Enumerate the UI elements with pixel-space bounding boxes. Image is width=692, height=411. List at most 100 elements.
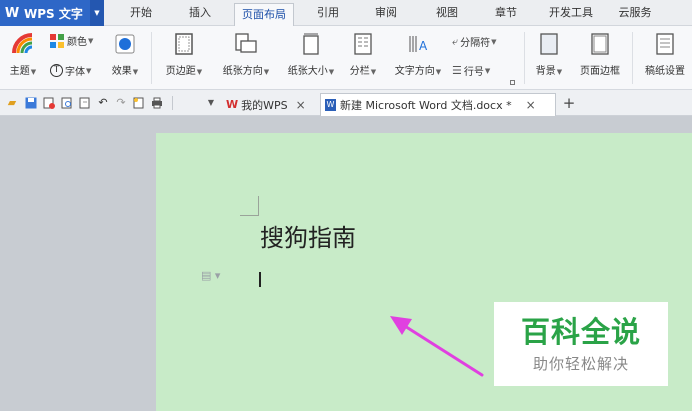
paper-size-icon bbox=[300, 32, 322, 56]
chevron-down-icon: ▼ bbox=[556, 68, 563, 76]
ribbon: 主题▼ 颜色 ▼ T 字体 ▼ 效果▼ 页边距▼ 纸张方向▼ 纸张大小▼ 分栏▼… bbox=[0, 26, 692, 90]
columns-icon bbox=[352, 32, 374, 56]
text-direction-button[interactable]: A 文字方向▼ bbox=[388, 32, 448, 77]
ribbon-divider bbox=[524, 32, 525, 84]
tab-start[interactable]: 开始 bbox=[121, 0, 161, 26]
paper-setup-button[interactable]: 稿纸设置 bbox=[640, 32, 690, 77]
svg-text:A: A bbox=[419, 39, 428, 53]
background-button[interactable]: 背景▼ bbox=[531, 32, 567, 77]
tab-references[interactable]: 引用 bbox=[308, 0, 348, 26]
undo-icon[interactable]: ↶ bbox=[96, 96, 110, 110]
chevron-down-icon: ▼ bbox=[435, 68, 442, 76]
toolbar-divider bbox=[172, 96, 173, 110]
watermark-title: 百科全说 bbox=[520, 314, 641, 349]
redo-icon[interactable]: ↷ bbox=[114, 96, 128, 110]
print-icon[interactable] bbox=[150, 96, 164, 110]
tab-page-layout[interactable]: 页面布局 bbox=[234, 3, 294, 27]
theme-label: 主题 bbox=[9, 66, 30, 77]
text-direction-label: 文字方向 bbox=[394, 66, 435, 77]
chevron-down-icon: ▼ bbox=[491, 37, 497, 46]
paper-setup-label: 稿纸设置 bbox=[645, 66, 685, 77]
orientation-icon bbox=[235, 32, 257, 56]
margins-icon bbox=[173, 32, 195, 56]
columns-button[interactable]: 分栏▼ bbox=[345, 32, 381, 77]
close-icon[interactable]: × bbox=[296, 98, 306, 112]
font-circle-t-icon: T bbox=[50, 64, 63, 77]
effects-icon bbox=[114, 32, 136, 56]
page-border-label: 页面边框 bbox=[580, 66, 620, 77]
app-menu-button[interactable]: W WPS 文字 ▼ bbox=[0, 0, 104, 26]
doc-tab-label: 我的WPS bbox=[241, 98, 288, 112]
margins-label: 页边距 bbox=[165, 66, 196, 77]
tab-view[interactable]: 视图 bbox=[427, 0, 467, 26]
margin-corner-mark bbox=[258, 196, 259, 215]
chevron-down-icon: ▼ bbox=[132, 68, 139, 76]
color-palette-icon bbox=[50, 33, 64, 48]
chevron-down-icon: ▼ bbox=[30, 68, 37, 76]
paragraph-layout-icon[interactable]: ▤ ▾ bbox=[201, 269, 220, 282]
paper-size-label: 纸张大小 bbox=[287, 66, 328, 77]
line-number-icon: ☰ bbox=[452, 64, 462, 77]
tab-developer[interactable]: 开发工具 bbox=[541, 0, 601, 26]
word-doc-icon: W bbox=[325, 99, 336, 111]
export-icon[interactable] bbox=[42, 96, 56, 110]
menu-bar: W WPS 文字 ▼ 开始 插入 页面布局 引用 审阅 视图 章节 开发工具 云… bbox=[0, 0, 692, 27]
orientation-label: 纸张方向 bbox=[222, 66, 263, 77]
tab-chapter[interactable]: 章节 bbox=[486, 0, 526, 26]
color-label: 颜色 bbox=[67, 37, 87, 48]
columns-label: 分栏 bbox=[349, 66, 370, 77]
font-button[interactable]: T 字体 ▼ bbox=[50, 63, 91, 78]
dialog-launcher-icon[interactable] bbox=[510, 80, 515, 85]
open-folder-icon[interactable]: ▰ bbox=[5, 96, 19, 110]
doc-tab-my-wps[interactable]: W 我的WPS × bbox=[222, 93, 318, 116]
doc-tab-active-document[interactable]: W 新建 Microsoft Word 文档.docx * × bbox=[320, 93, 556, 116]
effects-label: 效果 bbox=[111, 66, 132, 77]
chevron-down-icon: ▼ bbox=[86, 66, 92, 75]
app-name: WPS 文字 bbox=[24, 6, 83, 21]
chevron-down-icon: ▼ bbox=[263, 68, 270, 76]
ribbon-divider bbox=[151, 32, 152, 84]
watermark-subtitle: 助你轻松解决 bbox=[532, 354, 629, 373]
chevron-down-icon: ▼ bbox=[88, 36, 94, 45]
chevron-down-icon: ▼ bbox=[370, 68, 377, 76]
tab-insert[interactable]: 插入 bbox=[180, 0, 220, 26]
text-direction-icon: A bbox=[407, 32, 429, 56]
more-dropdown-icon[interactable]: ▼ bbox=[204, 96, 218, 110]
background-icon bbox=[538, 32, 560, 56]
color-button[interactable]: 颜色 ▼ bbox=[50, 33, 93, 48]
page-border-button[interactable]: 页面边框 bbox=[574, 32, 626, 77]
save-icon[interactable] bbox=[24, 96, 38, 110]
wps-brand-icon: W bbox=[226, 98, 239, 111]
close-icon[interactable]: × bbox=[526, 98, 536, 112]
margin-corner-mark bbox=[240, 215, 259, 216]
triangle-down-icon[interactable]: ▼ bbox=[90, 0, 104, 26]
orientation-button[interactable]: 纸张方向▼ bbox=[216, 32, 276, 77]
theme-icon bbox=[12, 32, 34, 56]
new-tab-plus-icon[interactable]: + bbox=[562, 96, 576, 111]
ribbon-divider bbox=[632, 32, 633, 84]
text-cursor bbox=[259, 272, 261, 287]
separator-label: 分隔符 bbox=[460, 38, 491, 49]
pointer-arrow-icon bbox=[390, 316, 484, 377]
tab-cloud-service[interactable]: 云服务 bbox=[611, 0, 659, 26]
new-document-icon[interactable] bbox=[132, 96, 146, 110]
find-icon[interactable] bbox=[78, 96, 92, 110]
tab-bar: ▰ ↶ ↷ ▼ W 我的WPS × W 新建 Microsoft Word 文档… bbox=[0, 90, 692, 116]
paper-size-button[interactable]: 纸张大小▼ bbox=[281, 32, 341, 77]
margins-button[interactable]: 页边距▼ bbox=[160, 32, 208, 77]
print-preview-icon[interactable] bbox=[60, 96, 74, 110]
tab-review[interactable]: 审阅 bbox=[366, 0, 406, 26]
chevron-down-icon: ▼ bbox=[196, 68, 203, 76]
effects-button[interactable]: 效果▼ bbox=[108, 32, 142, 77]
line-number-label: 行号 bbox=[463, 67, 484, 78]
page-border-icon bbox=[589, 32, 611, 56]
separator-button[interactable]: ⤶ 分隔符 ▼ bbox=[452, 34, 497, 50]
wps-logo-icon: W bbox=[4, 5, 20, 21]
theme-button[interactable]: 主题▼ bbox=[6, 32, 40, 77]
separator-icon: ⤶ bbox=[452, 34, 459, 48]
document-heading[interactable]: 搜狗指南 bbox=[260, 218, 356, 253]
line-number-button[interactable]: ☰ 行号 ▼ bbox=[452, 63, 490, 78]
chevron-down-icon: ▼ bbox=[484, 66, 491, 75]
font-label: 字体 bbox=[65, 67, 85, 78]
paper-setup-icon bbox=[654, 32, 676, 56]
